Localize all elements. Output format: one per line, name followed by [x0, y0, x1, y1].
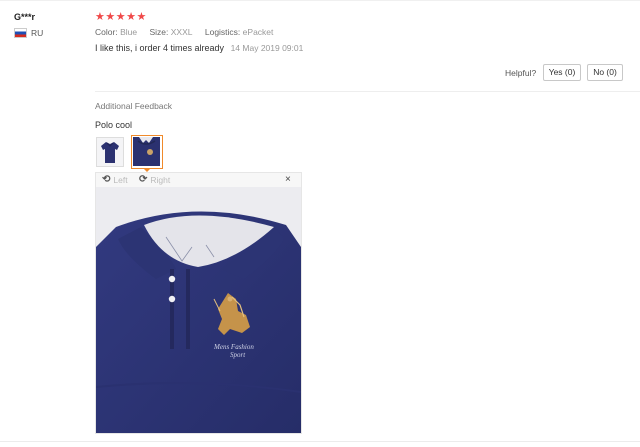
rotate-right-icon: ⟳ [139, 174, 148, 185]
close-icon[interactable]: × [285, 174, 291, 185]
feedback-photo-thumbnail[interactable] [96, 137, 124, 167]
review-body: I like this, i order 4 times already 14 … [95, 43, 303, 53]
russia-flag-icon [14, 28, 27, 38]
additional-feedback-heading: Additional Feedback [95, 101, 173, 111]
reviewer-name: G***r [14, 12, 36, 22]
helpful-no-button[interactable]: No (0) [587, 64, 623, 81]
polo-shirt-photo: Mens Fashion Sport [96, 187, 301, 433]
helpful-yes-button[interactable]: Yes (0) [543, 64, 581, 81]
svg-text:Sport: Sport [230, 351, 246, 359]
enlarged-feedback-photo: Mens Fashion Sport [96, 187, 301, 433]
country-code: RU [31, 28, 44, 38]
rotate-right-label: Right [150, 174, 171, 185]
logistics-label: Logistics: [204, 27, 241, 37]
helpful-label: Helpful? [505, 68, 537, 78]
color-value: Blue [120, 27, 138, 37]
rotate-left-label: Left [113, 174, 128, 185]
rotate-left-icon: ⟲ [102, 174, 111, 185]
star-rating: ★★★★★ [95, 11, 147, 23]
size-value: XXXL [170, 27, 193, 37]
rotate-right-button[interactable]: ⟳ Right [139, 174, 170, 185]
order-attributes: Color: Blue Size: XXXL Logistics: ePacke… [95, 27, 283, 37]
color-label: Color: [95, 27, 118, 37]
rotate-left-button[interactable]: ⟲ Left [102, 174, 128, 185]
additional-feedback-text: Polo cool [95, 120, 133, 130]
size-label: Size: [149, 27, 169, 37]
review-date: 14 May 2019 09:01 [230, 43, 304, 53]
feedback-photo-thumbnail-selected[interactable] [131, 135, 163, 169]
shirt-thumbnail-image [133, 137, 160, 166]
reviewer-country: RU [14, 28, 43, 38]
top-divider [0, 0, 640, 1]
logistics-value: ePacket [242, 27, 274, 37]
svg-text:Mens Fashion: Mens Fashion [213, 343, 254, 351]
review-text: I like this, i order 4 times already [95, 43, 225, 53]
shirt-thumbnail-image [97, 138, 123, 166]
section-divider [95, 91, 640, 92]
bottom-divider [0, 441, 640, 442]
